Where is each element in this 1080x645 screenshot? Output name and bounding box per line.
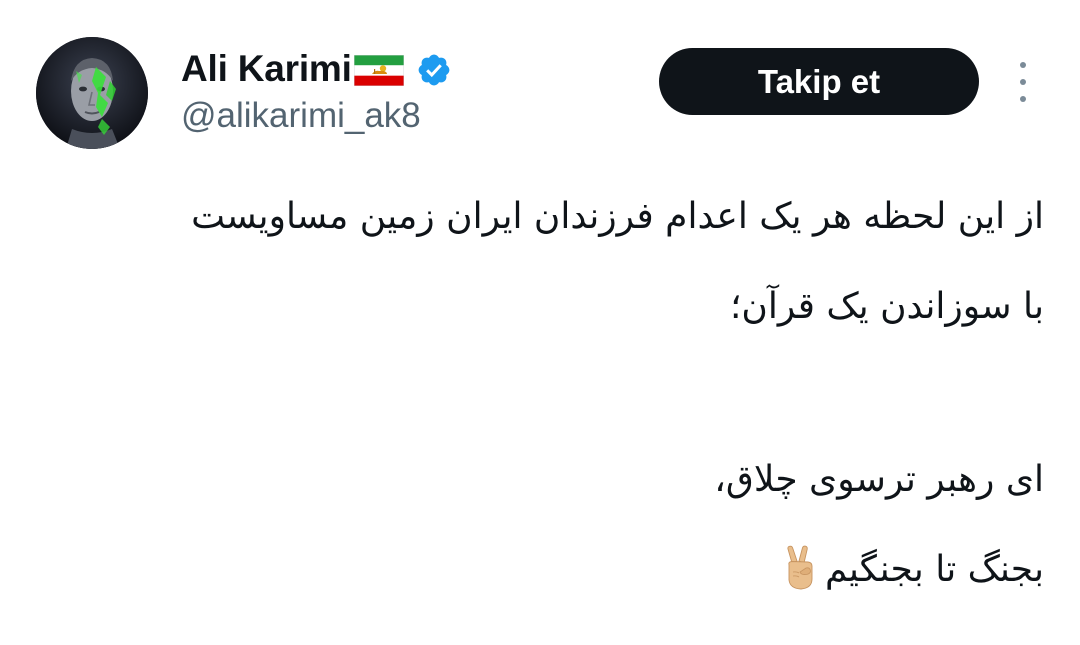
tweet-line-text: بجنگ تا بجنگیم [824,549,1044,590]
author-display-name[interactable]: Ali Karimi [181,48,352,90]
tweet-text: از این لحظه هر یک اعدام فرزندان ایران زم… [34,182,1044,625]
avatar[interactable] [36,37,148,149]
author-handle[interactable]: @alikarimi_ak8 [181,96,421,136]
more-dot [1020,62,1026,68]
more-vertical-icon[interactable] [1006,62,1040,102]
author-name-row[interactable]: Ali Karimi [181,44,452,94]
tweet-card: Ali Karimi @alikarimi_ak8 Takip et از ای… [0,0,1080,645]
iran-flag-icon [353,54,404,86]
more-dot [1020,79,1026,85]
tweet-line-last: بجنگ تا بجنگیم [34,535,1044,625]
more-dot [1020,96,1026,102]
tweet-line: از این لحظه هر یک اعدام فرزندان ایران زم… [191,196,1044,237]
avatar-portrait-icon [36,37,148,149]
verified-badge-icon[interactable] [416,52,452,88]
victory-hand-icon [779,545,823,591]
tweet-line: ای رهبر ترسوی چلاق، [714,459,1044,500]
follow-button[interactable]: Takip et [659,48,979,115]
tweet-line: با سوزاندن یک قرآن؛ [729,286,1044,327]
